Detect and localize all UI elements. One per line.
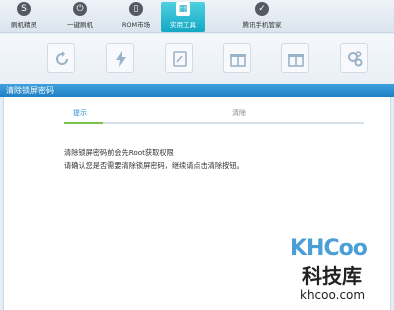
nav-item-one-click-flash[interactable]: ⏻ 一键刷机 <box>58 2 102 32</box>
nav-item-label: 一键刷机 <box>67 21 93 29</box>
phone-icon: ▯ <box>129 2 143 16</box>
lightning-icon <box>116 51 126 67</box>
refresh-icon <box>56 51 68 65</box>
document-tool-button[interactable] <box>165 43 193 73</box>
message-line-2: 请确认您是否需要清除锁屏密码，继续请点击清除按钮。 <box>64 161 244 170</box>
nav-item-shuaji-jingling[interactable]: S 刷机精灵 <box>2 2 46 32</box>
nav-item-label: 实用工具 <box>170 21 196 29</box>
watermark-name: 科技库 <box>302 264 362 288</box>
power-icon: ⏻ <box>73 2 87 16</box>
nav-item-label: 刷机精灵 <box>11 21 37 29</box>
gears-tool-button[interactable] <box>340 43 368 73</box>
lightning-tool-button[interactable] <box>106 43 134 73</box>
nav-item-label: 腾讯手机管家 <box>242 21 282 29</box>
nav-item-rom-market[interactable]: ▯ ROM市场 <box>114 2 158 32</box>
dialog-title: 清除锁屏密码 <box>0 84 394 97</box>
nav-item-utilities[interactable]: ▦ 实用工具 <box>161 2 205 32</box>
top-navigation: S 刷机精灵 ⏻ 一键刷机 ▯ ROM市场 ▦ 实用工具 ✓ 腾讯手机管家 <box>0 0 394 33</box>
gears-icon <box>348 51 363 67</box>
step-hint: 提示 <box>73 109 87 117</box>
progress-fill <box>64 122 103 124</box>
gift-icon <box>288 54 304 67</box>
refresh-tool-button[interactable] <box>47 43 75 73</box>
nav-item-label: ROM市场 <box>121 21 151 29</box>
step-clear: 清除 <box>232 109 246 117</box>
watermark: KHCoo 科技库 khcoo.com <box>284 236 384 308</box>
gift-icon <box>230 54 246 67</box>
tool-row <box>0 34 394 84</box>
gift-tool-button[interactable] <box>223 43 251 73</box>
shield-icon: ✓ <box>255 2 269 16</box>
grid-icon: ▦ <box>176 2 190 16</box>
watermark-url: khcoo.com <box>300 288 366 302</box>
watermark-logo: KHCoo <box>290 236 368 261</box>
gear-s-icon: S <box>17 2 31 16</box>
nav-item-tencent-manager[interactable]: ✓ 腾讯手机管家 <box>238 2 286 32</box>
gift-tool-button-2[interactable] <box>281 43 309 73</box>
document-icon <box>173 51 187 67</box>
message-line-1: 清除锁屏密码前会先Root获取权限 <box>64 148 174 157</box>
progress-track <box>64 122 364 124</box>
step-indicator: 提示 清除 <box>64 108 364 124</box>
